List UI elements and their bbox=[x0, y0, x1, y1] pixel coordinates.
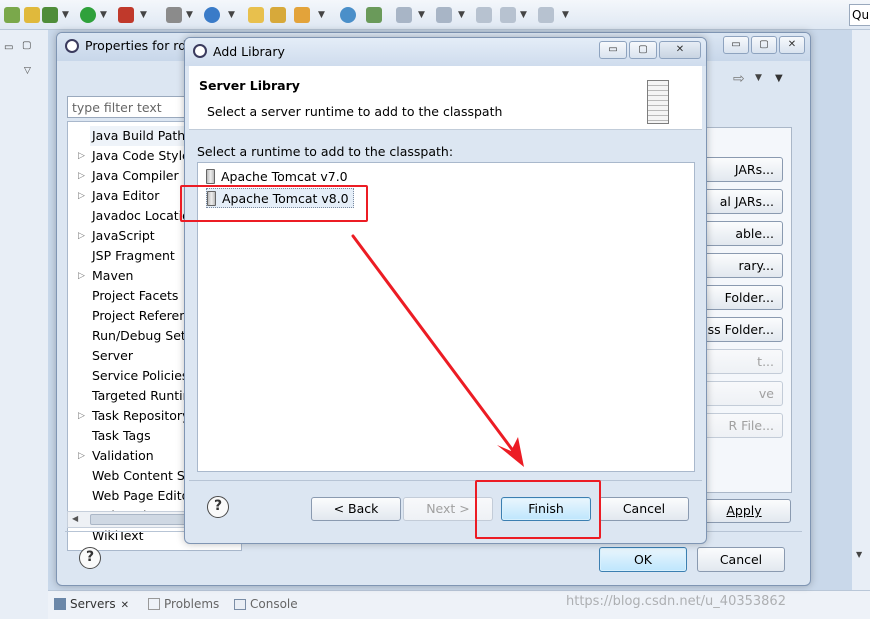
annotation-arrow bbox=[351, 234, 524, 467]
